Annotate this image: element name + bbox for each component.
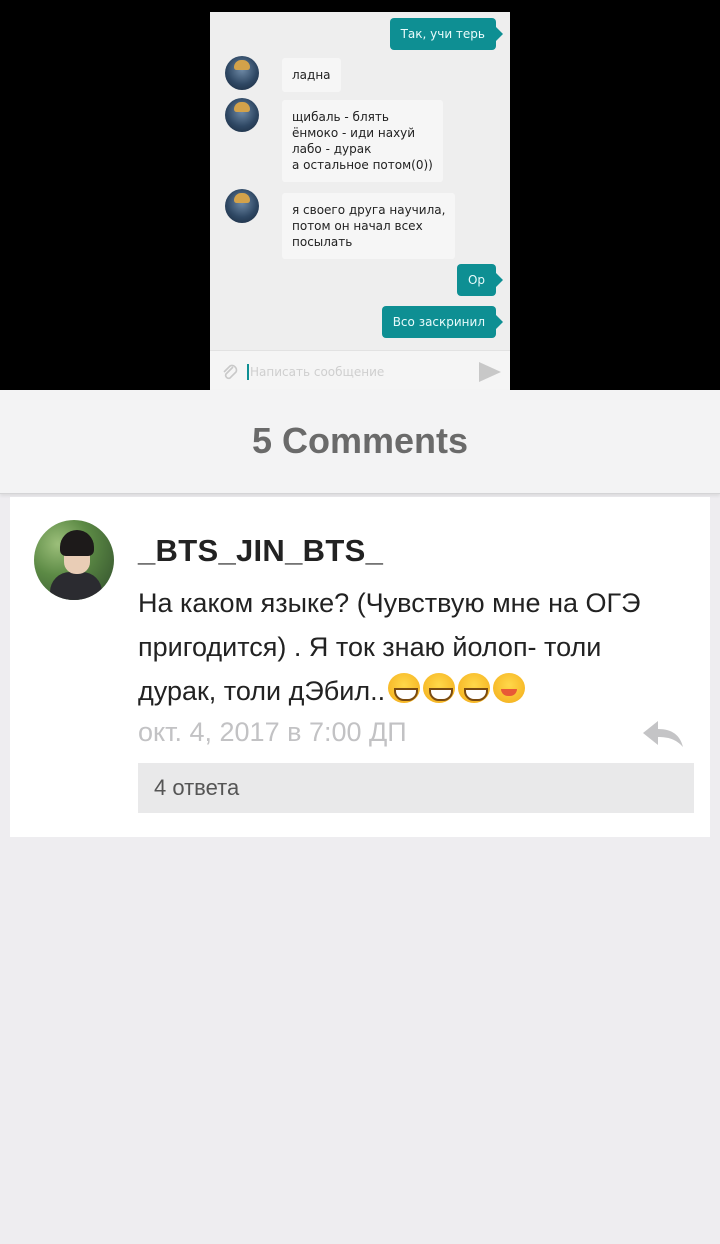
chat-bubble-outgoing: Ор — [456, 264, 504, 296]
send-icon — [479, 362, 501, 382]
chat-avatar — [225, 98, 259, 132]
chat-bubble-incoming: ладна — [282, 58, 341, 92]
comments-count-title: 5 Comments — [251, 420, 469, 461]
grin-emoji-icon — [423, 673, 456, 703]
view-replies-button[interactable]: 4 ответа — [138, 763, 694, 813]
grin-emoji-icon — [388, 673, 421, 703]
reply-icon[interactable] — [640, 717, 686, 751]
paperclip-icon — [220, 362, 240, 382]
smile-emoji-icon — [493, 673, 526, 703]
text-cursor — [247, 364, 249, 380]
chat-composer: Написать сообщение — [210, 350, 510, 390]
comment-timestamp: окт. 4, 2017 в 7:00 ДП — [138, 717, 407, 747]
replies-label: 4 ответа — [154, 775, 240, 800]
chat-bubble-outgoing: Так, учи терь — [389, 18, 504, 50]
comment-card: _BTS_JIN_BTS_ На каком языке? (Чувствую … — [10, 497, 710, 837]
composer-placeholder: Написать сообщение — [250, 365, 385, 379]
chat-bubble-incoming: щибаль - блять ёнмоко - иди нахуй лабо -… — [282, 100, 443, 182]
chat-bubble-incoming: я своего друга научила, потом он начал в… — [282, 193, 456, 259]
post-image[interactable]: Так, учи терь ладна щибаль - блять ёнмок… — [0, 0, 720, 390]
comments-header: 5 Comments — [0, 390, 720, 494]
chat-avatar — [225, 189, 259, 223]
comment-body: На каком языке? (Чувствую мне на ОГЭ при… — [138, 581, 686, 713]
chat-avatar — [225, 56, 259, 90]
comment-username[interactable]: _BTS_JIN_BTS_ — [138, 533, 383, 569]
chat-screenshot: Так, учи терь ладна щибаль - блять ёнмок… — [210, 12, 510, 390]
emoji-group — [385, 673, 526, 706]
grin-emoji-icon — [458, 673, 491, 703]
avatar[interactable] — [34, 520, 114, 600]
chat-bubble-outgoing: Всо заскринил — [381, 306, 504, 338]
